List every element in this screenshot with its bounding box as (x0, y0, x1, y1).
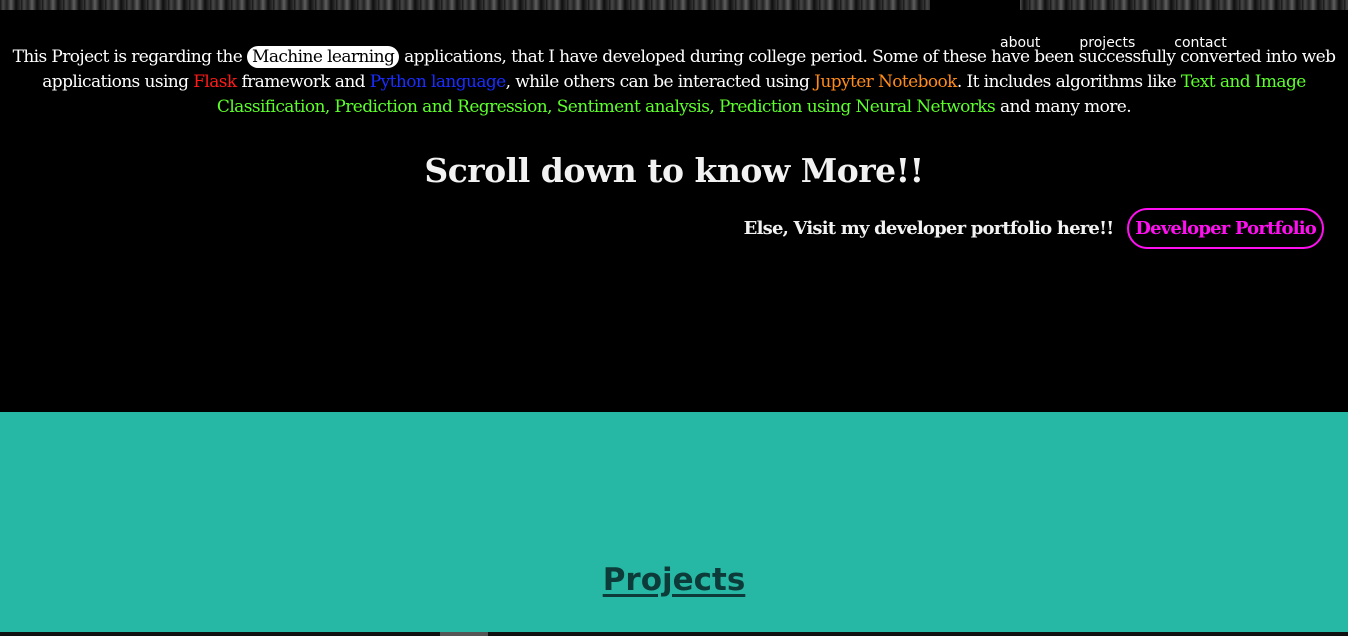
projects-heading[interactable]: Projects (0, 560, 1348, 600)
developer-portfolio-button[interactable]: Developer Portfolio (1127, 208, 1324, 249)
intro-text: and many more. (995, 97, 1132, 117)
python-keyword: Python language (369, 72, 506, 92)
intro-text: This Project is regarding the (12, 47, 248, 67)
top-texture-band (0, 0, 1348, 10)
intro-text: , while others can be interacted using (505, 72, 815, 92)
scroll-down-heading: Scroll down to know More!! (424, 151, 924, 190)
hero-section: about projects contact This Project is r… (0, 0, 1348, 412)
projects-section: Projects (0, 412, 1348, 632)
jupyter-keyword: Jupyter Notebook (814, 72, 957, 92)
flask-keyword: Flask (193, 72, 237, 92)
portfolio-prompt: Else, Visit my developer portfolio here!… (743, 218, 1114, 239)
top-texture-gap (930, 0, 1020, 10)
portfolio-row: Else, Visit my developer portfolio here!… (744, 208, 1324, 249)
intro-text: framework and (236, 72, 370, 92)
intro-text: . It includes algorithms like (956, 72, 1181, 92)
machine-learning-highlight: Machine learning (247, 46, 400, 68)
scrollbar-thumb[interactable] (440, 632, 488, 636)
horizontal-scrollbar[interactable] (0, 632, 1348, 636)
intro-paragraph: This Project is regarding the Machine le… (8, 45, 1340, 120)
